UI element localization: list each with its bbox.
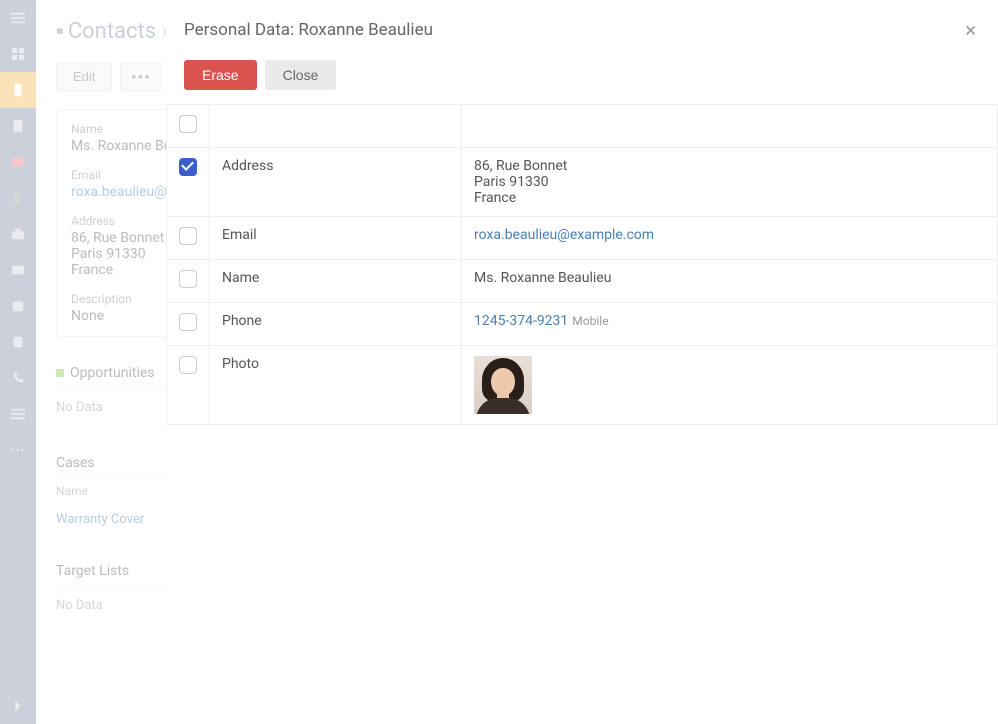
row-checkbox-cell <box>167 148 210 217</box>
row-checkbox-cell <box>167 260 210 303</box>
row-checkbox-cell <box>167 217 210 260</box>
select-all-checkbox[interactable] <box>179 115 197 133</box>
row-field-value: 86, Rue BonnetParis 91330France <box>462 148 998 217</box>
row-field-value[interactable]: roxa.beaulieu@example.com <box>462 217 998 260</box>
row-checkbox-cell <box>167 303 210 346</box>
photo-thumbnail[interactable] <box>474 356 532 414</box>
table-row: Email roxa.beaulieu@example.com <box>167 217 998 260</box>
erase-button[interactable]: Erase <box>184 60 257 90</box>
row-field-name: Email <box>210 217 462 260</box>
value-suffix: Mobile <box>572 314 608 328</box>
value-line: France <box>474 190 985 206</box>
table-header-field <box>210 105 462 148</box>
row-checkbox-cell <box>167 346 210 425</box>
personal-data-modal: Personal Data: Roxanne Beaulieu × Erase … <box>166 0 998 724</box>
value-text[interactable]: roxa.beaulieu@example.com <box>474 227 654 243</box>
table-row: Phone 1245-374-9231 Mobile <box>167 303 998 346</box>
table-header-value <box>462 105 998 148</box>
value-text: Ms. Roxanne Beaulieu <box>474 270 611 286</box>
table-row: Photo <box>167 346 998 425</box>
row-checkbox[interactable] <box>179 227 197 245</box>
table-row: Address86, Rue BonnetParis 91330France <box>167 148 998 217</box>
table-header-checkbox <box>167 105 210 148</box>
row-field-name: Photo <box>210 346 462 425</box>
modal-actions: Erase Close <box>166 54 998 104</box>
value-text[interactable]: 1245-374-9231 <box>474 313 568 329</box>
row-checkbox[interactable] <box>179 158 197 176</box>
row-checkbox[interactable] <box>179 313 197 331</box>
value-line: 86, Rue Bonnet <box>474 158 985 174</box>
row-field-name: Address <box>210 148 462 217</box>
modal-close-button[interactable]: × <box>961 14 980 46</box>
close-button[interactable]: Close <box>265 60 337 90</box>
row-checkbox[interactable] <box>179 356 197 374</box>
row-field-value: Ms. Roxanne Beaulieu <box>462 260 998 303</box>
personal-data-table: Address86, Rue BonnetParis 91330FranceEm… <box>166 104 998 425</box>
row-field-value <box>462 346 998 425</box>
row-field-name: Name <box>210 260 462 303</box>
value-line: Paris 91330 <box>474 174 985 190</box>
modal-header: Personal Data: Roxanne Beaulieu × <box>166 0 998 54</box>
row-field-name: Phone <box>210 303 462 346</box>
table-row: Name Ms. Roxanne Beaulieu <box>167 260 998 303</box>
modal-title: Personal Data: Roxanne Beaulieu <box>184 20 433 40</box>
row-field-value[interactable]: 1245-374-9231 Mobile <box>462 303 998 346</box>
row-checkbox[interactable] <box>179 270 197 288</box>
